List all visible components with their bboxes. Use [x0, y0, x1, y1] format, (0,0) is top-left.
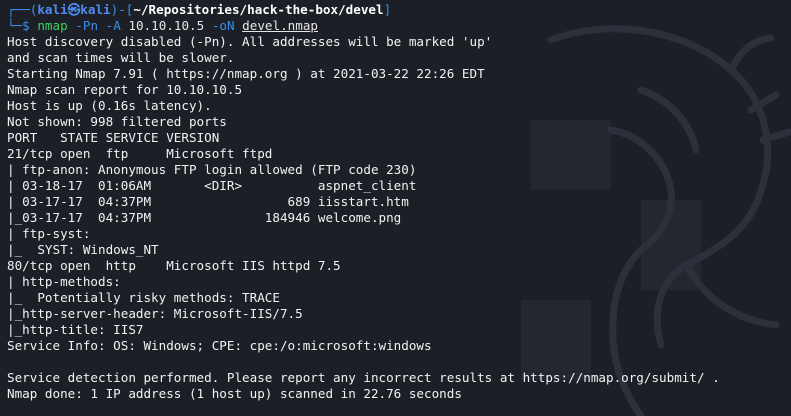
output-line: Host discovery disabled (-Pn). All addre… — [7, 34, 493, 49]
prompt-at-icon: ㉿ — [67, 2, 81, 17]
output-line: Starting Nmap 7.91 ( https://nmap.org ) … — [7, 66, 485, 81]
output-line: Nmap done: 1 IP address (1 host up) scan… — [7, 386, 462, 401]
output-line: |_ Potentially risky methods: TRACE — [7, 290, 280, 305]
output-line: |_http-server-header: Microsoft-IIS/7.5 — [7, 306, 303, 321]
output-line: | ftp-anon: Anonymous FTP login allowed … — [7, 162, 417, 177]
output-line: Service Info: OS: Windows; CPE: cpe:/o:m… — [7, 338, 432, 353]
prompt-host: kali — [80, 2, 111, 17]
prompt-path: ~/Repositories/hack-the-box/devel — [133, 2, 384, 17]
output-line: |_http-title: IIS7 — [7, 322, 144, 337]
output-line: Host is up (0.16s latency). — [7, 98, 212, 113]
output-line: PORT STATE SERVICE VERSION — [7, 130, 220, 145]
output-line: | http-methods: — [7, 274, 129, 289]
command-flag-on: -oN — [211, 18, 235, 33]
output-line: 21/tcp open ftp Microsoft ftpd — [7, 146, 273, 161]
command-program: nmap — [37, 18, 68, 33]
output-line: | 03-18-17 01:06AM <DIR> aspnet_client — [7, 178, 417, 193]
prompt-frame: ┌──( — [7, 2, 38, 17]
command-flag-pn: -Pn — [75, 18, 99, 33]
output-line: and scan times will be slower. — [7, 50, 235, 65]
output-line: |_03-17-17 04:37PM 184946 welcome.png — [7, 210, 402, 225]
command-target: 10.10.10.5 — [128, 18, 205, 33]
command-line[interactable]: └─$ nmap -Pn -A 10.10.10.5 -oN devel.nma… — [7, 18, 791, 34]
output-line: | ftp-syst: — [7, 226, 98, 241]
prompt-dollar: $ — [22, 18, 38, 33]
terminal-window[interactable]: ┌──(kali㉿kali)-[~/Repositories/hack-the-… — [0, 0, 791, 416]
output-line: Nmap scan report for 10.10.10.5 — [7, 82, 243, 97]
output-line: Not shown: 998 filtered ports — [7, 114, 227, 129]
prompt-header-line: ┌──(kali㉿kali)-[~/Repositories/hack-the-… — [7, 2, 791, 18]
output-line: 80/tcp open http Microsoft IIS httpd 7.5 — [7, 258, 341, 273]
terminal-output: ┌──(kali㉿kali)-[~/Repositories/hack-the-… — [0, 0, 791, 402]
output-line: Service detection performed. Please repo… — [7, 370, 720, 385]
prompt-frame-end: ] — [383, 2, 392, 17]
prompt-frame-mid: )-[ — [110, 2, 134, 17]
prompt-user: kali — [37, 2, 68, 17]
output-line: | 03-17-17 04:37PM 689 iisstart.htm — [7, 194, 409, 209]
command-flag-a: -A — [105, 18, 121, 33]
output-line: |_ SYST: Windows_NT — [7, 242, 159, 257]
command-output-file: devel.nmap — [242, 18, 318, 33]
prompt-frame-bottom: └─ — [7, 18, 23, 33]
